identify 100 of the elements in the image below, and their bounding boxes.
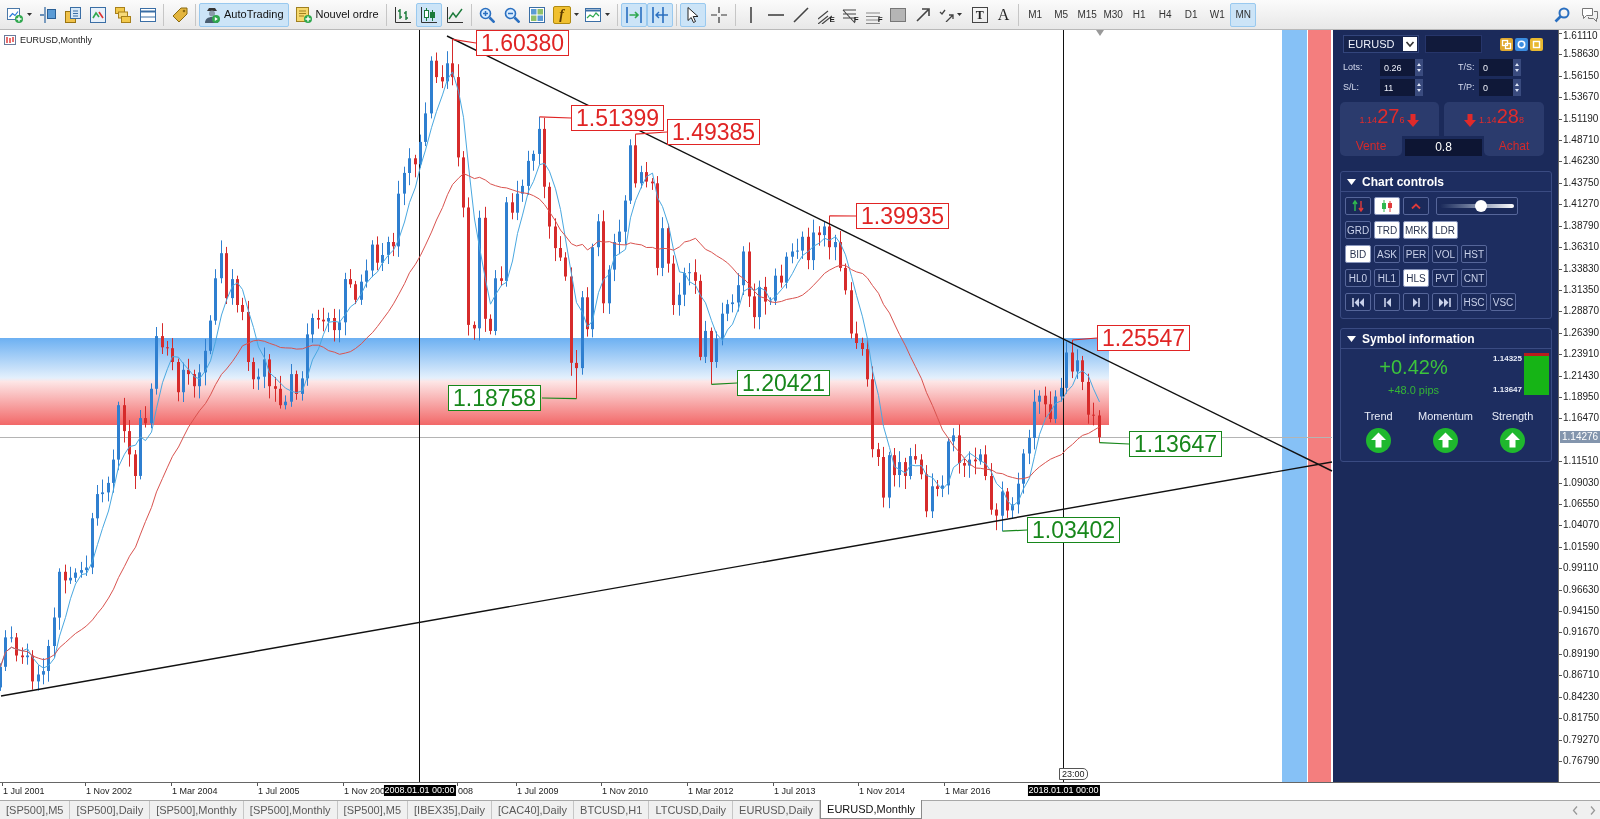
drawing-tool-button[interactable]: F [841,5,859,24]
input-field[interactable]: 0 [1479,79,1513,96]
line-chart-icon[interactable] [446,6,463,23]
chart-shift-button[interactable] [646,2,673,27]
toggle-button[interactable]: HST [1461,245,1487,263]
navigation-button[interactable]: HSC [1461,293,1487,311]
trader-icon[interactable] [204,6,220,23]
timeframe-button[interactable]: H4 [1152,2,1179,27]
tab[interactable]: EURUSD,Monthly [820,800,923,819]
caret-down-icon[interactable] [1347,178,1356,185]
navigation-button[interactable] [1403,293,1429,311]
tab[interactable]: BTCUSD,H1 [574,801,650,819]
toggle-button[interactable]: LDR [1432,221,1458,239]
toggle-button[interactable]: BID [1345,245,1371,263]
diagonal-arrow-icon[interactable] [915,7,931,22]
timeframe-button[interactable]: D1 [1178,2,1205,27]
speech-bubbles-icon[interactable] [1582,6,1598,23]
toggle-button[interactable]: PVT [1432,269,1458,287]
horizontal-line-icon[interactable] [768,12,784,17]
price-label[interactable]: 1.49385 [667,119,761,145]
zoom-out-icon[interactable] [504,6,520,23]
tab[interactable]: [CAC40],Daily [492,801,575,819]
split-window-icon[interactable] [139,6,156,23]
tab[interactable]: LTCUSD,Daily [649,801,734,819]
input-field[interactable] [1425,35,1482,53]
skip-to-start-icon[interactable] [1352,297,1364,307]
stacked-lines-icon[interactable] [865,11,880,24]
timeframe-button[interactable]: H1 [1126,2,1153,27]
timeframe-button[interactable]: MN [1230,2,1257,27]
symbol-dropdown[interactable]: EURUSD [1343,35,1419,53]
chevron-down-icon[interactable] [1403,37,1417,51]
price-label[interactable]: 1.39935 [856,203,950,229]
section-title[interactable]: Chart controls [1362,172,1444,191]
toggle-button[interactable]: GRD [1345,221,1371,239]
chart-template-icon[interactable] [585,6,601,23]
navigation-button[interactable]: VSC [1490,293,1516,311]
drawing-tool-button[interactable]: F [865,5,883,24]
candlestick-chart-button[interactable] [415,2,442,27]
step-back-icon[interactable] [1383,297,1391,307]
candlestick-chart-icon[interactable] [420,6,437,23]
up-down-arrows-icon[interactable] [1352,200,1364,212]
ring-icon[interactable] [1515,37,1528,51]
input-field[interactable]: 0.26 [1380,59,1415,76]
diagonal-line-icon[interactable] [793,6,809,23]
drawing-tool-button[interactable]: E [817,5,835,24]
price-label[interactable]: 1.20421 [737,370,831,396]
tab[interactable]: [SP500],Monthly [243,801,338,819]
caret-down-icon[interactable] [1347,335,1356,342]
timeframe-button[interactable]: M5 [1048,2,1075,27]
toggle-button[interactable]: ASK [1374,245,1400,263]
auto-scroll-button[interactable] [620,2,647,27]
stacked-pages-icon[interactable] [64,6,81,23]
stepper-arrows-icon[interactable] [1513,59,1521,76]
toggle-button[interactable]: CNT [1461,269,1487,287]
slider-thumb[interactable] [1474,200,1487,212]
stepper-arrows-icon[interactable] [1415,79,1423,96]
window-arrows-icon[interactable] [89,6,106,23]
document-plus-icon[interactable] [295,6,312,23]
check-arrow-icon[interactable] [939,7,955,22]
toggle-button[interactable]: VOL [1432,245,1458,263]
zoom-slider[interactable] [1436,197,1518,215]
cursor-button[interactable] [679,2,706,27]
crosshair-icon[interactable] [710,6,727,23]
timeframe-button[interactable]: M30 [1100,2,1127,27]
caret-down-icon[interactable] [957,13,963,16]
indicators-button[interactable]: f [552,5,571,24]
navigation-button[interactable] [1432,293,1458,311]
tool-button[interactable] [1374,197,1400,215]
tab[interactable]: [IBEX35],Daily [408,801,492,819]
price-label[interactable]: 1.25547 [1097,325,1191,351]
toggle-button[interactable]: TRD [1374,221,1400,239]
caret-down-icon[interactable] [26,13,32,16]
bars-right-arrow-icon[interactable] [625,6,642,23]
triangle-marker-icon[interactable] [1096,30,1104,36]
timeframe-button[interactable]: M15 [1074,2,1101,27]
tag-icon[interactable] [171,6,188,23]
caret-down-icon[interactable] [605,13,610,16]
parallel-lines-icon[interactable] [817,9,832,24]
price-label[interactable]: 1.13647 [1129,431,1223,457]
tool-button[interactable] [1345,197,1371,215]
vertical-line-icon[interactable] [749,6,753,23]
trendline[interactable] [446,35,1333,472]
cursor-icon[interactable] [684,6,701,23]
toggle-button[interactable]: PER [1403,245,1429,263]
chart-plus-icon[interactable] [6,6,23,23]
tab[interactable]: [SP500],Daily [70,801,151,819]
stacked-folders-icon[interactable] [114,6,131,23]
stepper-arrows-icon[interactable] [1415,59,1423,76]
square-icon[interactable] [1530,37,1543,51]
input-field[interactable]: 0 [1479,59,1513,76]
price-label[interactable]: 1.51399 [571,105,665,131]
price-label[interactable]: 1.03402 [1027,517,1121,543]
toggle-button[interactable]: HL0 [1345,269,1371,287]
bar-chart-icon[interactable] [394,6,411,23]
caret-down-icon[interactable] [573,13,579,16]
toggle-button[interactable]: MRK [1403,221,1429,239]
zoom-in-icon[interactable] [479,6,495,23]
toggle-button[interactable]: HL1 [1374,269,1400,287]
tab[interactable]: [SP500],Monthly [150,801,244,819]
text-tool-button[interactable]: T [971,6,988,23]
